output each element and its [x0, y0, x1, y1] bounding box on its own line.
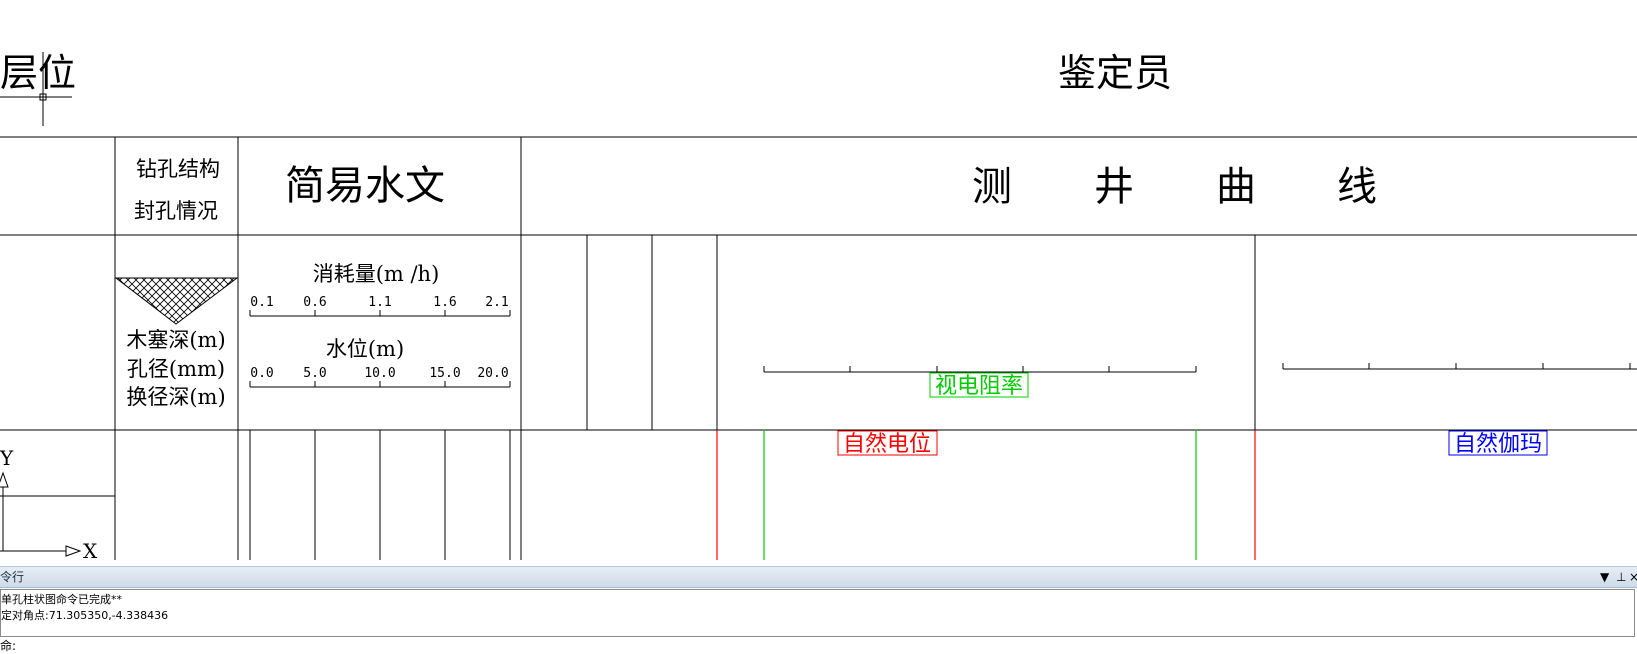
logging-curve-char-1: 测 — [972, 164, 1012, 210]
consumption-tick: 0.6 — [303, 295, 326, 310]
resistivity-scale-bar — [763, 366, 1197, 373]
logging-curve-char-4: 线 — [1337, 164, 1377, 210]
pin-icon[interactable]: ⊥ — [1616, 567, 1626, 587]
consumption-tick: 1.6 — [433, 295, 456, 310]
command-input[interactable]: 命: — [0, 637, 16, 654]
command-history[interactable]: 单孔柱状图命令已完成** 定对角点:71.305350,-4.338436 — [0, 589, 1635, 637]
ucs-x-label: X — [83, 539, 98, 563]
logging-curve-char-2: 井 — [1094, 164, 1134, 210]
hole-diameter-label: 孔径(mm) — [127, 357, 225, 381]
table-grid — [0, 136, 1637, 560]
water-level-scale-bar — [249, 381, 511, 388]
hydrology-grid-lines — [249, 430, 511, 560]
consumption-ticks: 0.1 0.6 1.1 1.6 2.1 — [250, 295, 508, 310]
plug-symbol-icon — [114, 277, 239, 325]
consumption-scale-bar — [249, 310, 511, 317]
natural-gamma-label: 自然伽玛 — [1454, 432, 1542, 457]
water-level-tick: 5.0 — [303, 366, 326, 381]
change-diameter-depth-label: 换径深(m) — [126, 385, 225, 409]
command-panel-titlebar[interactable]: 令行 ▼ ⊥ × — [0, 567, 1637, 588]
consumption-tick: 2.1 — [485, 295, 508, 310]
spontaneous-potential-label: 自然电位 — [843, 432, 931, 457]
drawing-canvas[interactable]: 层位 鉴定员 钻孔结构 封孔情况 简易水文 测 井 曲 线 木塞深(m) 孔径(… — [0, 0, 1637, 566]
consumption-tick: 0.1 — [250, 295, 273, 310]
apparent-resistivity-label-box: 视电阻率 — [929, 372, 1029, 399]
water-level-ticks: 0.0 5.0 10.0 15.0 20.0 — [250, 366, 508, 381]
dropdown-arrow-icon[interactable]: ▼ — [1600, 567, 1609, 587]
close-icon[interactable]: × — [1629, 567, 1637, 587]
water-level-tick: 20.0 — [477, 366, 508, 381]
drill-structure-header: 钻孔结构 — [136, 157, 220, 181]
logging-curve-char-3: 曲 — [1216, 164, 1256, 210]
layer-position-title: 层位 — [0, 51, 76, 95]
command-panel-title: 令行 — [0, 570, 25, 584]
command-history-line: 定对角点:71.305350,-4.338436 — [1, 609, 169, 622]
water-level-tick: 0.0 — [250, 366, 273, 381]
command-panel[interactable]: 令行 ▼ ⊥ × 单孔柱状图命令已完成** 定对角点:71.305350,-4.… — [0, 566, 1637, 654]
water-level-label: 水位(m) — [326, 337, 404, 361]
water-level-tick: 10.0 — [364, 366, 395, 381]
appraiser-title: 鉴定员 — [1058, 51, 1172, 95]
ucs-axis-icon — [0, 471, 82, 557]
consumption-tick: 1.1 — [368, 295, 391, 310]
command-history-line: 单孔柱状图命令已完成** — [1, 593, 122, 606]
ucs-y-label: Y — [0, 446, 14, 470]
seal-status-header: 封孔情况 — [134, 199, 218, 223]
consumption-label: 消耗量(m /h) — [313, 262, 440, 286]
spontaneous-potential-label-box: 自然电位 — [837, 430, 938, 457]
plug-depth-label: 木塞深(m) — [126, 328, 225, 352]
water-level-tick: 15.0 — [429, 366, 460, 381]
hydrology-header: 简易水文 — [285, 163, 445, 209]
natural-gamma-label-box: 自然伽玛 — [1448, 430, 1548, 457]
gamma-scale-bar — [1282, 363, 1637, 370]
apparent-resistivity-label: 视电阻率 — [935, 374, 1023, 399]
